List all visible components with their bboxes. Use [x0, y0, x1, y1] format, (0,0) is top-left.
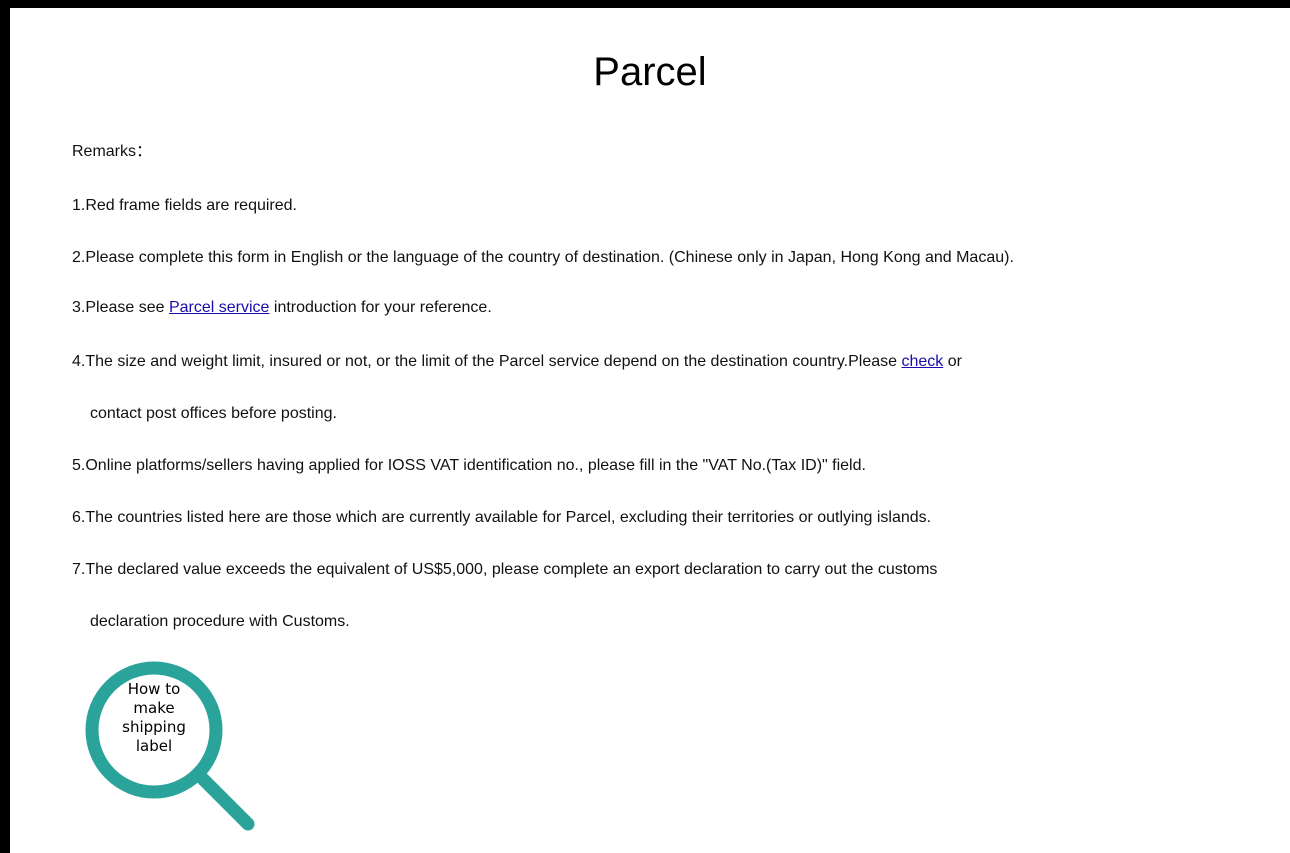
check-link[interactable]: check	[901, 353, 943, 370]
how-to-line-4: label	[135, 737, 173, 755]
remark-item-1: 1.Red frame fields are required.	[72, 197, 297, 214]
how-to-line-2: make	[133, 699, 175, 717]
how-to-make-shipping-label-button[interactable]: How to make shipping label	[80, 656, 260, 836]
remark-item-7: 7.The declared value exceeds the equival…	[72, 561, 938, 578]
window-frame: Parcel Remarks： 1.Red frame fields are r…	[0, 0, 1290, 853]
how-to-line-1: How to	[127, 680, 181, 698]
remark-item-3-text-after: introduction for your reference.	[269, 299, 492, 316]
remark-item-4-text-before: 4.The size and weight limit, insured or …	[72, 353, 902, 370]
remark-item-4-continued: contact post offices before posting.	[90, 405, 337, 422]
remark-item-6: 6.The countries listed here are those wh…	[72, 509, 932, 526]
remark-item-4-text-after: or	[943, 353, 962, 370]
remark-item-3: 3.Please see Parcel service introduction…	[72, 298, 492, 318]
how-to-line-3: shipping	[122, 718, 186, 736]
remark-item-3-text-before: 3.Please see	[72, 299, 169, 316]
remark-item-4: 4.The size and weight limit, insured or …	[72, 352, 962, 372]
parcel-service-link[interactable]: Parcel service	[169, 299, 269, 316]
remark-item-2: 2.Please complete this form in English o…	[72, 249, 1014, 266]
remark-item-7-continued: declaration procedure with Customs.	[90, 613, 350, 630]
how-to-label-text: How to make shipping label	[108, 680, 200, 756]
page-title: Parcel	[593, 50, 707, 94]
remarks-label: Remarks：	[72, 143, 153, 160]
page-content: Parcel Remarks： 1.Red frame fields are r…	[10, 8, 1290, 853]
remark-item-5: 5.Online platforms/sellers having applie…	[72, 457, 866, 474]
